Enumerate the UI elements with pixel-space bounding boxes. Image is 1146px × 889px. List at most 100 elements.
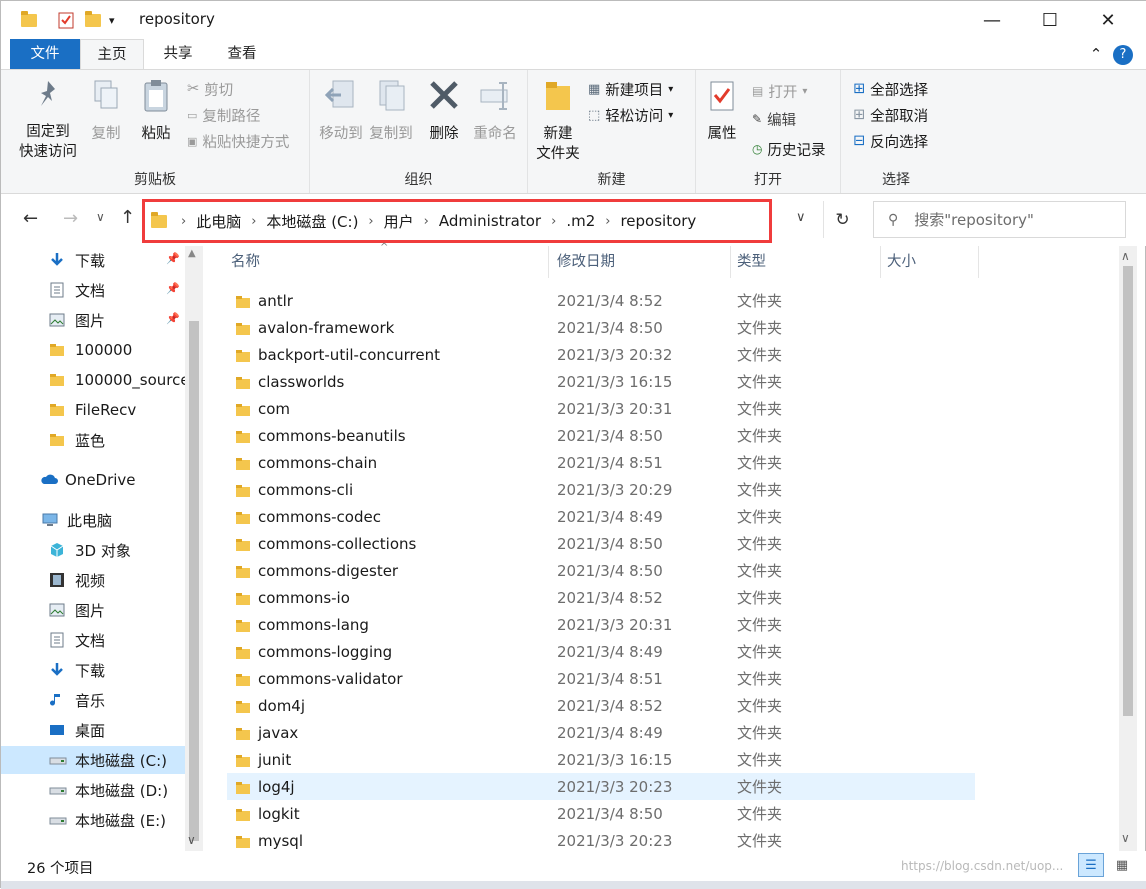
column-header-type[interactable]: 类型 — [731, 246, 881, 278]
tab-share[interactable]: 共享 — [151, 39, 205, 69]
nav-scrollbar-thumb[interactable] — [189, 321, 199, 841]
breadcrumb-separator-icon[interactable]: › — [605, 214, 610, 229]
file-row[interactable]: logkit 2021/3/4 8:50 文件夹 — [227, 800, 975, 827]
file-row[interactable]: commons-validator 2021/3/4 8:51 文件夹 — [227, 665, 975, 692]
pin-quick-access-button[interactable]: 固定到 快速访问 — [15, 78, 81, 162]
properties-button[interactable]: 属性 — [702, 78, 742, 144]
quick-access-dropdown-icon[interactable]: ▾ — [109, 11, 115, 29]
move-to-button[interactable]: 移动到 — [316, 78, 366, 144]
search-box[interactable]: ⚲ 搜索"repository" — [873, 201, 1126, 238]
nav-scroll-up-icon[interactable]: ▲ — [188, 248, 196, 259]
nav-scroll-down-icon[interactable]: ∨ — [187, 833, 196, 847]
address-history-chevron-icon[interactable]: ∨ — [796, 210, 806, 225]
copy-button[interactable]: 复制 — [85, 78, 127, 144]
breadcrumb[interactable]: › 此电脑 › 本地磁盘 (C:) › 用户 › Administrator ›… — [142, 199, 772, 243]
nav-item[interactable]: FileRecv — [1, 396, 185, 424]
breadcrumb-separator-icon[interactable]: › — [181, 214, 186, 229]
collapse-ribbon-icon[interactable]: ⌃ — [1085, 39, 1107, 69]
nav-item[interactable]: 100000 — [1, 336, 185, 364]
breadcrumb-item-administrator[interactable]: Administrator — [439, 212, 541, 230]
recent-locations-chevron-icon[interactable]: ∨ — [96, 210, 105, 224]
breadcrumb-item-repository[interactable]: repository — [620, 212, 696, 230]
breadcrumb-item-this-pc[interactable]: 此电脑 — [196, 211, 241, 232]
nav-item[interactable]: 下载 📌 — [1, 246, 185, 274]
file-row[interactable]: commons-cli 2021/3/3 20:29 文件夹 — [227, 476, 975, 503]
select-none-button[interactable]: ⊞ 全部取消 — [853, 104, 928, 126]
tab-home[interactable]: 主页 — [80, 39, 144, 70]
file-row[interactable]: antlr 2021/3/4 8:52 文件夹 — [227, 287, 975, 314]
history-button[interactable]: ◷ 历史记录 — [752, 138, 825, 160]
file-row[interactable]: commons-codec 2021/3/4 8:49 文件夹 — [227, 503, 975, 530]
nav-item[interactable]: 图片 — [1, 596, 185, 624]
breadcrumb-separator-icon[interactable]: › — [251, 214, 256, 229]
file-list-scrollbar-thumb[interactable] — [1123, 266, 1133, 716]
file-row[interactable]: log4j 2021/3/3 20:23 文件夹 — [227, 773, 975, 800]
nav-item[interactable]: 此电脑 — [1, 506, 185, 534]
new-folder-button[interactable]: 新建 文件夹 — [534, 78, 582, 164]
nav-item[interactable]: 蓝色 — [1, 426, 185, 454]
file-row[interactable]: avalon-framework 2021/3/4 8:50 文件夹 — [227, 314, 975, 341]
nav-item[interactable]: 图片 📌 — [1, 306, 185, 334]
file-row[interactable]: backport-util-concurrent 2021/3/3 20:32 文件… — [227, 341, 975, 368]
maximize-button[interactable]: ☐ — [1021, 1, 1079, 39]
file-row[interactable]: commons-logging 2021/3/4 8:49 文件夹 — [227, 638, 975, 665]
forward-arrow-icon[interactable]: → — [63, 208, 78, 229]
breadcrumb-separator-icon[interactable]: › — [368, 214, 373, 229]
pin-icon[interactable]: 📌 — [166, 252, 180, 265]
edit-button[interactable]: ✎ 编辑 — [752, 108, 796, 130]
nav-item[interactable]: 100000_source — [1, 366, 185, 394]
copy-path-button[interactable]: ▭ 复制路径 — [187, 104, 260, 126]
close-button[interactable]: ✕ — [1079, 1, 1137, 39]
tab-file[interactable]: 文件 — [10, 39, 80, 69]
file-row[interactable]: classworlds 2021/3/3 16:15 文件夹 — [227, 368, 975, 395]
file-row[interactable]: commons-chain 2021/3/4 8:51 文件夹 — [227, 449, 975, 476]
properties-quick-icon[interactable] — [58, 11, 74, 29]
nav-item[interactable]: 文档 — [1, 626, 185, 654]
new-item-button[interactable]: ▦ 新建项目 ▾ — [588, 78, 673, 100]
refresh-icon[interactable]: ↻ — [823, 201, 861, 238]
invert-selection-button[interactable]: ⊟ 反向选择 — [853, 130, 928, 152]
file-row[interactable]: javax 2021/3/4 8:49 文件夹 — [227, 719, 975, 746]
nav-item[interactable]: 文档 📌 — [1, 276, 185, 304]
pin-icon[interactable]: 📌 — [166, 282, 180, 295]
column-header-date[interactable]: 修改日期 — [551, 246, 731, 278]
tab-view[interactable]: 查看 — [213, 39, 271, 69]
breadcrumb-item-users[interactable]: 用户 — [384, 211, 414, 232]
nav-item[interactable]: 本地磁盘 (C:) — [1, 746, 185, 774]
file-row[interactable]: commons-beanutils 2021/3/4 8:50 文件夹 — [227, 422, 975, 449]
up-arrow-icon[interactable]: ↑ — [120, 207, 135, 228]
new-folder-quick-icon[interactable] — [85, 10, 101, 29]
back-arrow-icon[interactable]: ← — [23, 208, 38, 229]
file-row[interactable]: commons-digester 2021/3/4 8:50 文件夹 — [227, 557, 975, 584]
details-view-icon[interactable]: ☰ — [1078, 853, 1104, 877]
file-row[interactable]: commons-io 2021/3/4 8:52 文件夹 — [227, 584, 975, 611]
easy-access-button[interactable]: ⬚ 轻松访问 ▾ — [588, 104, 673, 126]
column-header-size[interactable]: 大小 — [881, 246, 979, 278]
paste-button[interactable]: 粘贴 — [135, 78, 177, 144]
breadcrumb-separator-icon[interactable]: › — [551, 214, 556, 229]
pin-icon[interactable]: 📌 — [166, 312, 180, 325]
file-row[interactable]: com 2021/3/3 20:31 文件夹 — [227, 395, 975, 422]
breadcrumb-item-local-disk-c[interactable]: 本地磁盘 (C:) — [266, 211, 358, 232]
nav-item[interactable]: 视频 — [1, 566, 185, 594]
help-icon[interactable]: ? — [1113, 45, 1133, 65]
nav-item[interactable]: 本地磁盘 (D:) — [1, 776, 185, 804]
file-row[interactable]: mysql 2021/3/3 20:23 文件夹 — [227, 827, 975, 854]
nav-item[interactable]: 本地磁盘 (E:) — [1, 806, 185, 834]
file-row[interactable]: dom4j 2021/3/4 8:52 文件夹 — [227, 692, 975, 719]
copy-to-button[interactable]: 复制到 — [366, 78, 416, 144]
nav-item[interactable]: 桌面 — [1, 716, 185, 744]
paste-shortcut-button[interactable]: ▣ 粘贴快捷方式 — [187, 130, 289, 152]
nav-item[interactable]: 3D 对象 — [1, 536, 185, 564]
breadcrumb-separator-icon[interactable]: › — [424, 214, 429, 229]
nav-item[interactable]: OneDrive — [1, 466, 185, 494]
file-row[interactable]: commons-collections 2021/3/4 8:50 文件夹 — [227, 530, 975, 557]
large-icons-view-icon[interactable]: ▦ — [1109, 853, 1135, 877]
breadcrumb-item-m2[interactable]: .m2 — [566, 212, 595, 230]
minimize-button[interactable]: — — [963, 1, 1021, 39]
open-button[interactable]: ▤ 打开 ▾ — [752, 80, 807, 102]
delete-button[interactable]: 删除 — [424, 78, 464, 144]
rename-button[interactable]: 重命名 — [470, 78, 520, 144]
nav-item[interactable]: 音乐 — [1, 686, 185, 714]
scroll-up-icon[interactable]: ∧ — [1121, 249, 1130, 263]
